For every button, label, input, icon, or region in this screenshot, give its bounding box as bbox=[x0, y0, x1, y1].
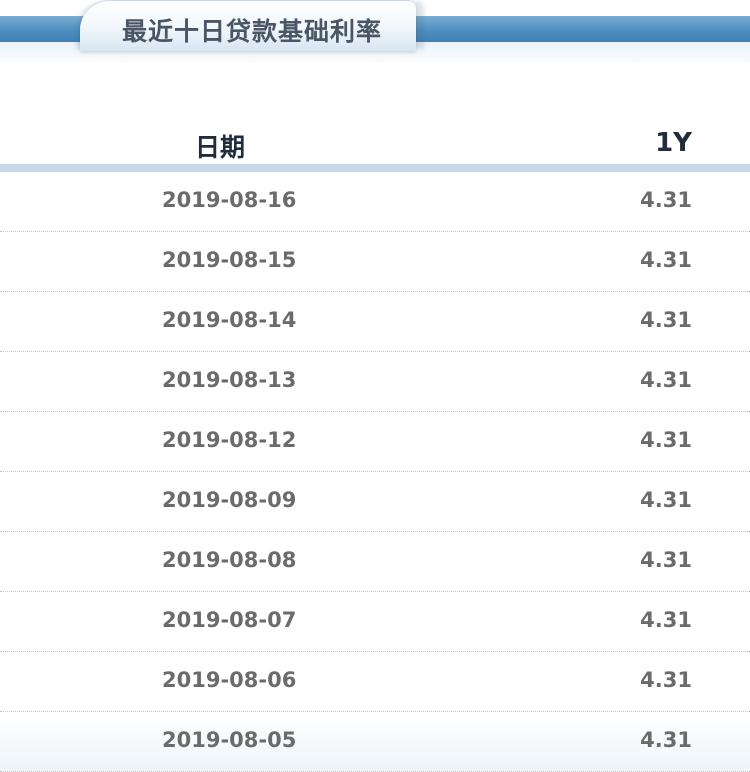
tab-title: 最近十日贷款基础利率 bbox=[122, 17, 383, 46]
tab-lpr-recent-ten-days[interactable]: 最近十日贷款基础利率 bbox=[80, 0, 416, 51]
row-rate-1y: 4.31 bbox=[640, 248, 692, 272]
row-date: 2019-08-09 bbox=[162, 488, 297, 512]
row-date: 2019-08-12 bbox=[162, 428, 297, 452]
row-rate-1y: 4.31 bbox=[640, 728, 692, 752]
table-row: 2019-08-08 4.31 bbox=[0, 532, 750, 592]
row-date: 2019-08-14 bbox=[162, 308, 297, 332]
table-row: 2019-08-13 4.31 bbox=[0, 352, 750, 412]
row-date: 2019-08-06 bbox=[162, 668, 297, 692]
column-header-1y: 1Y bbox=[655, 128, 692, 158]
row-date: 2019-08-16 bbox=[162, 188, 297, 212]
row-rate-1y: 4.31 bbox=[640, 308, 692, 332]
table-row: 2019-08-07 4.31 bbox=[0, 592, 750, 652]
row-rate-1y: 4.31 bbox=[640, 488, 692, 512]
row-rate-1y: 4.31 bbox=[640, 188, 692, 212]
row-rate-1y: 4.31 bbox=[640, 428, 692, 452]
row-date: 2019-08-08 bbox=[162, 548, 297, 572]
table-row: 2019-08-15 4.31 bbox=[0, 232, 750, 292]
table-header: 日期 1Y bbox=[0, 118, 750, 166]
tab-bar: 最近十日贷款基础利率 bbox=[0, 0, 750, 62]
row-date: 2019-08-05 bbox=[162, 728, 297, 752]
row-rate-1y: 4.31 bbox=[640, 368, 692, 392]
table-row: 2019-08-16 4.31 bbox=[0, 172, 750, 232]
column-header-date: 日期 bbox=[195, 133, 246, 162]
row-rate-1y: 4.31 bbox=[640, 668, 692, 692]
table-row: 2019-08-09 4.31 bbox=[0, 472, 750, 532]
header-divider-bar bbox=[0, 164, 750, 172]
rate-table-body: 2019-08-16 4.31 2019-08-15 4.31 2019-08-… bbox=[0, 172, 750, 772]
row-date: 2019-08-15 bbox=[162, 248, 297, 272]
table-row: 2019-08-12 4.31 bbox=[0, 412, 750, 472]
row-rate-1y: 4.31 bbox=[640, 608, 692, 632]
row-date: 2019-08-07 bbox=[162, 608, 297, 632]
row-rate-1y: 4.31 bbox=[640, 548, 692, 572]
table-row: 2019-08-05 4.31 bbox=[0, 712, 750, 772]
row-date: 2019-08-13 bbox=[162, 368, 297, 392]
table-row: 2019-08-14 4.31 bbox=[0, 292, 750, 352]
table-row: 2019-08-06 4.31 bbox=[0, 652, 750, 712]
